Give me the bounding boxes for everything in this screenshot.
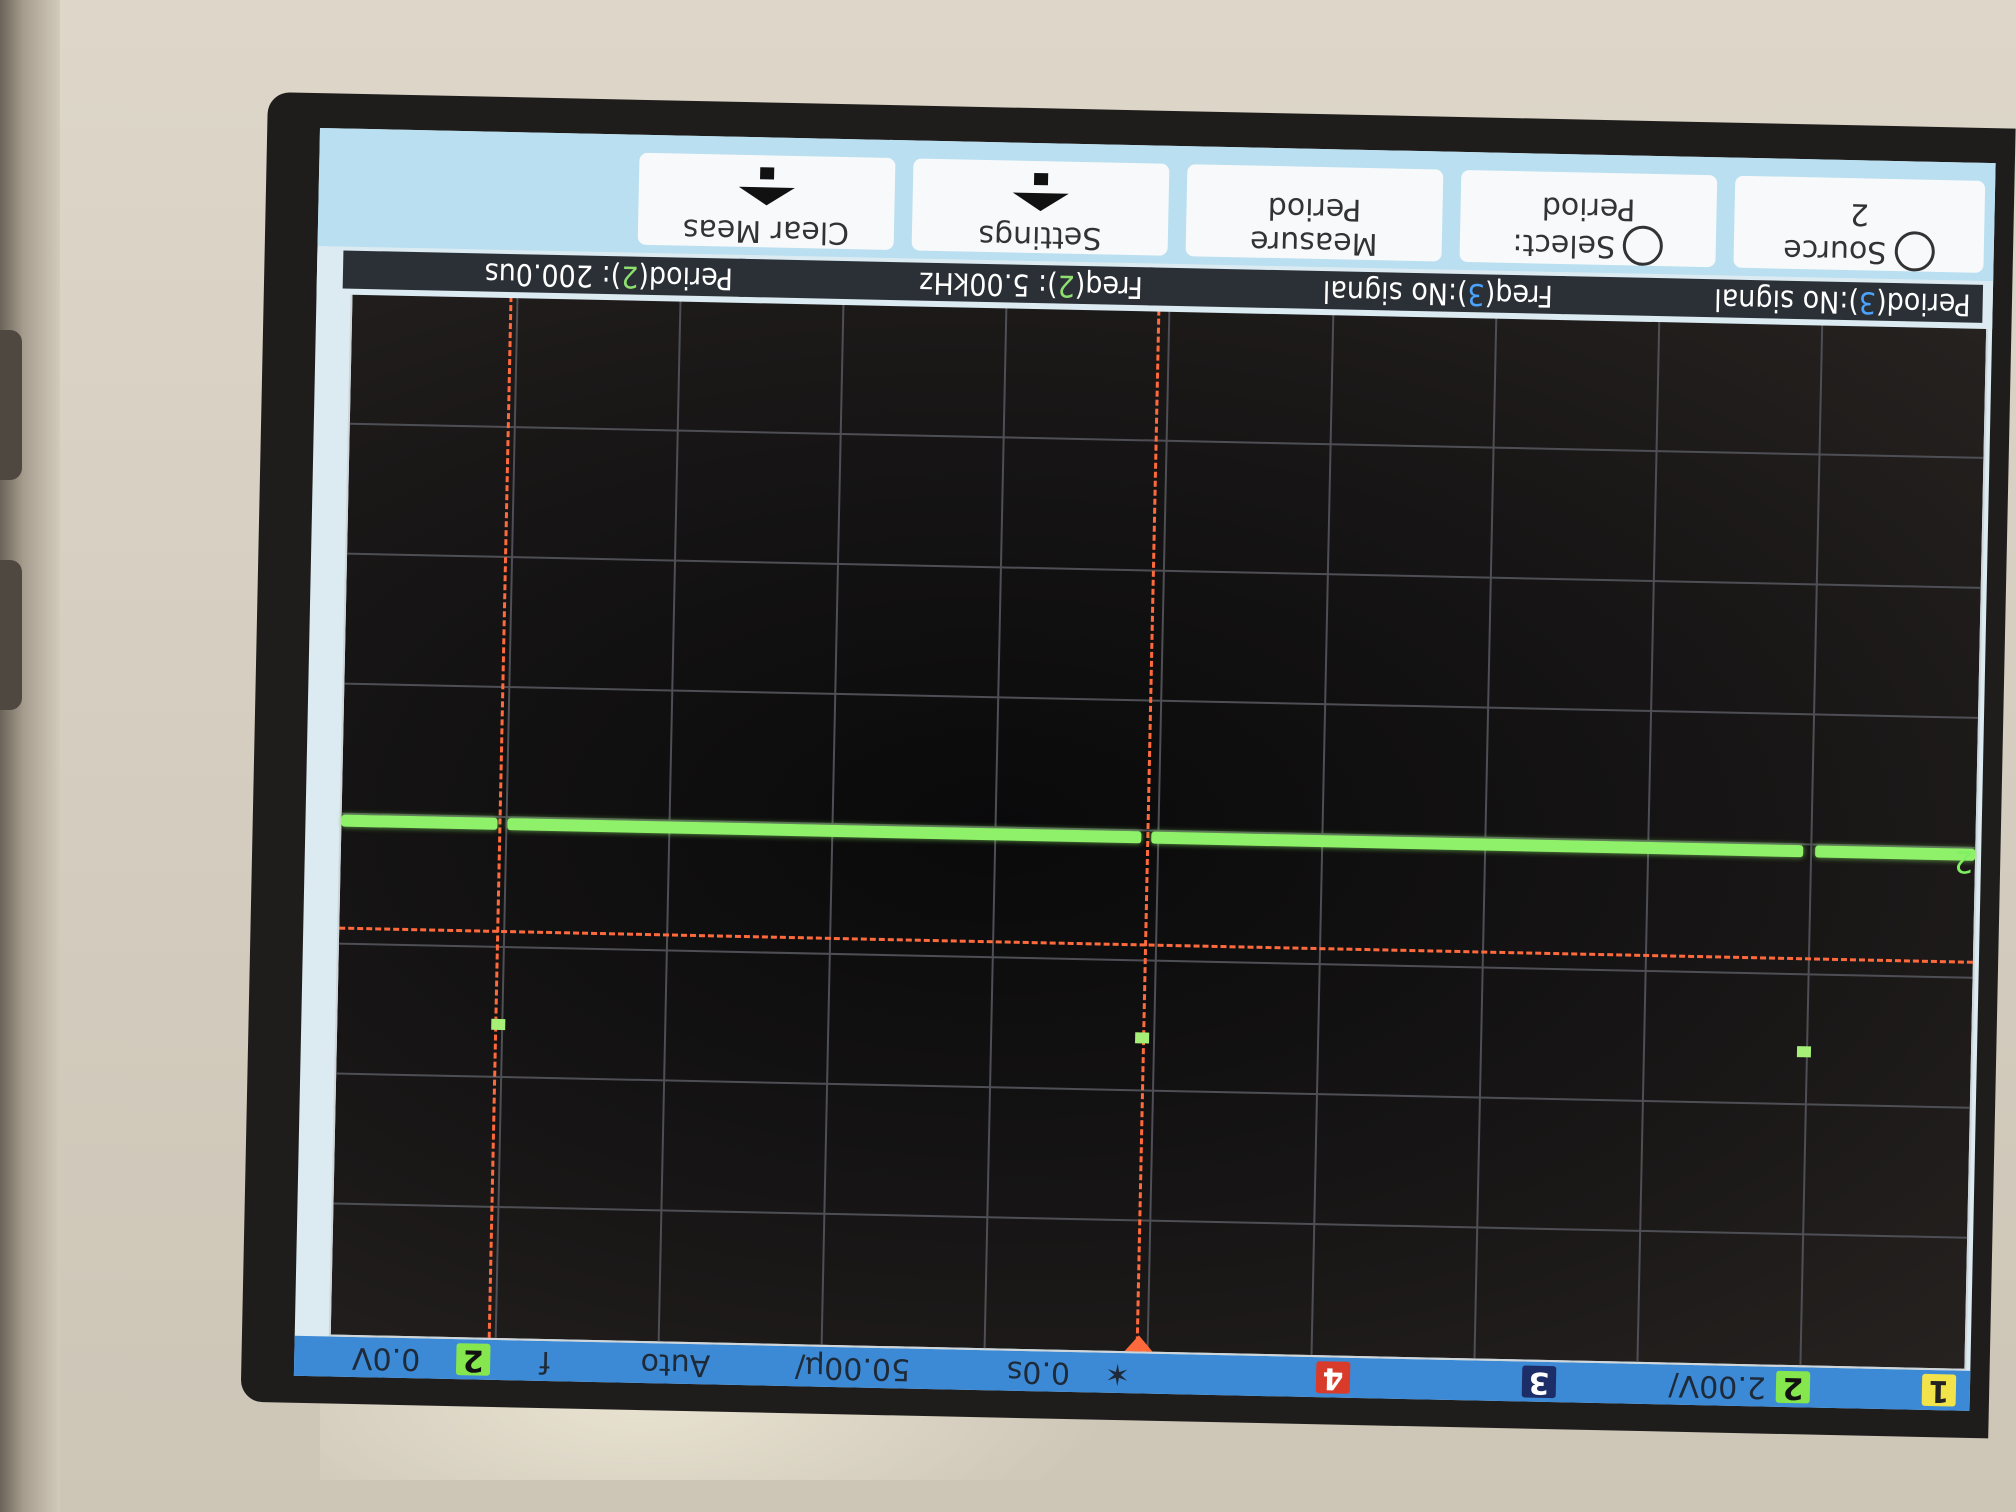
edge-marker [491, 1018, 506, 1031]
delay-value: 0.0s [1006, 1353, 1071, 1390]
channel-2-badge[interactable]: 2 [1775, 1370, 1811, 1405]
edge-marker [1135, 1032, 1150, 1044]
softkey-source[interactable]: Source 2 [1733, 175, 1986, 273]
side-knob[interactable] [0, 330, 22, 480]
arrow-up-icon [738, 186, 795, 206]
side-knob[interactable] [0, 560, 22, 710]
arrow-up-icon [1012, 192, 1069, 212]
channel-4-badge[interactable]: 4 [1315, 1360, 1351, 1396]
timebase-value: 50.00µ/ [794, 1349, 911, 1387]
measurement-freq-ch3: Freq(3):No signal [1148, 267, 1566, 315]
channel-2-trace [1815, 845, 1976, 861]
cycle-icon [1893, 231, 1935, 272]
channel-3-badge[interactable]: 3 [1521, 1365, 1557, 1400]
trigger-level: 0.0V [351, 1339, 421, 1377]
scope-side-edge [0, 0, 60, 1512]
channel-1-badge[interactable]: 1 [1921, 1373, 1957, 1408]
trigger-marker-icon [1124, 1335, 1153, 1352]
cycle-icon [1622, 225, 1664, 267]
scope-screen: 1 2 2.00V/ 3 4 ✶ 0.0s 50.00µ/ Auto f 2 0… [293, 128, 1996, 1411]
trigger-slope: f [539, 1343, 551, 1380]
trigger-mode: Auto [640, 1345, 711, 1383]
channel-2-scale: 2.00V/ [1668, 1367, 1767, 1405]
softkey-measure-period[interactable]: Measure Period [1185, 164, 1444, 262]
measurement-freq-ch2: Freq(2): 5.00kHz [738, 258, 1156, 306]
softkey-clear-meas[interactable]: Clear Meas [637, 152, 896, 250]
measurement-period-ch3: Period(3):No signal [1558, 275, 1984, 323]
waveform-graticule: 2 [328, 290, 1989, 1371]
trigger-position-icon: ✶ [1104, 1355, 1131, 1392]
channel-2-ground-marker[interactable]: 2 [1954, 843, 1974, 878]
channel-2-trace [341, 814, 498, 830]
edge-marker [1796, 1046, 1812, 1058]
softkey-select[interactable]: Select: Period [1459, 169, 1718, 268]
measurement-period-ch2: Period(2): 200.0us [342, 250, 746, 297]
trigger-source-badge[interactable]: 2 [455, 1342, 491, 1378]
softkey-settings[interactable]: Settings [911, 158, 1170, 256]
